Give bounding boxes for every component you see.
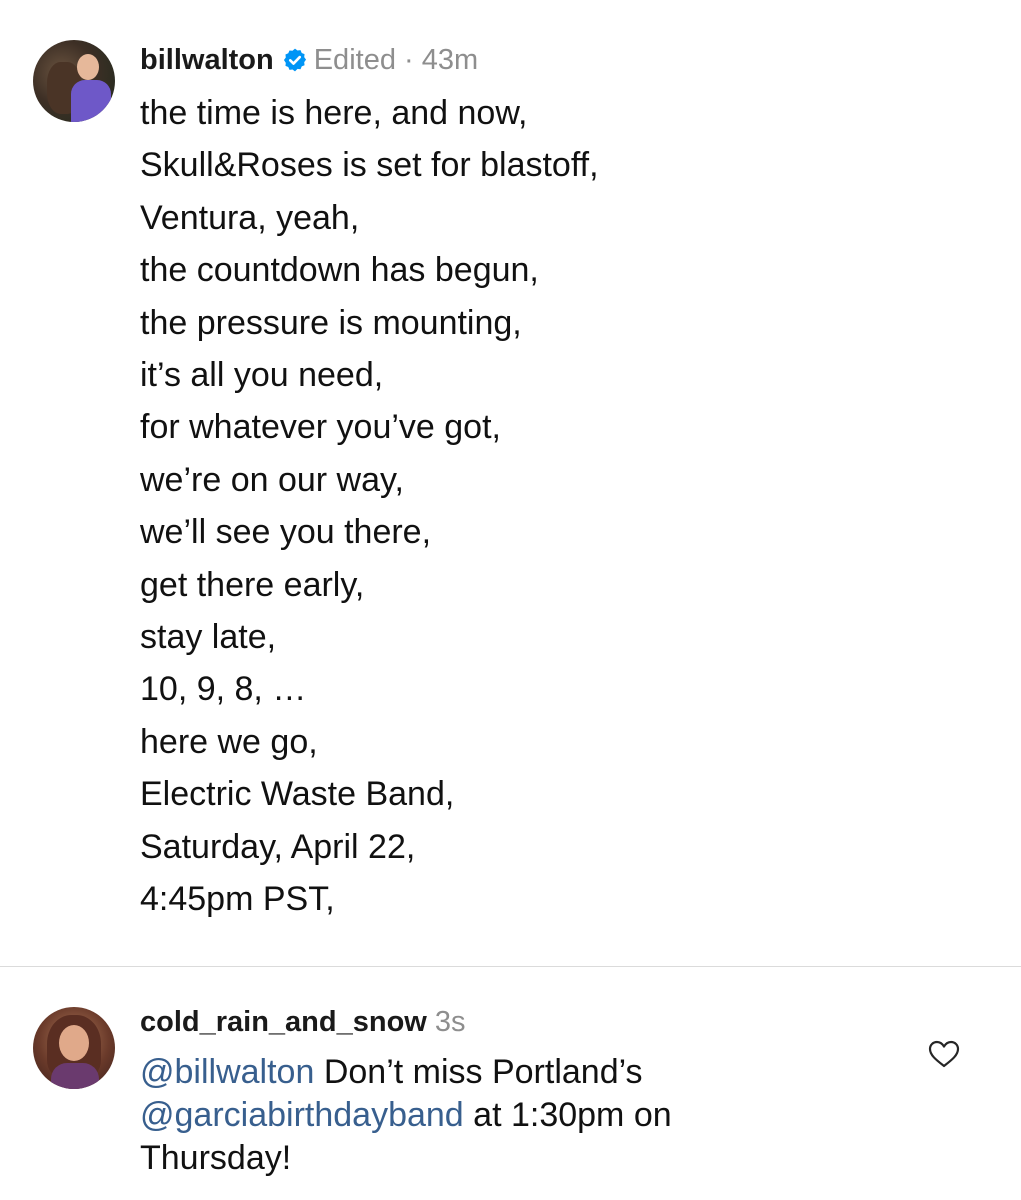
username[interactable]: billwalton — [140, 44, 274, 76]
caption-line: Saturday, April 22, — [140, 827, 416, 866]
caption-line: the pressure is mounting, — [140, 303, 522, 342]
comments-screen: billwalton Edited · 43m the time is here,… — [0, 0, 1021, 1200]
caption-line: here we go, — [140, 722, 318, 761]
commenter-avatar[interactable] — [33, 1007, 115, 1089]
caption-line: we’ll see you there, — [140, 513, 432, 552]
avatar[interactable] — [33, 40, 115, 122]
caption-line: for whatever you’ve got, — [140, 408, 501, 447]
divider — [0, 966, 1021, 967]
edited-label: Edited — [313, 44, 396, 76]
comment-text-segment: Don’t miss Portland’s — [314, 1053, 643, 1091]
caption-line: we’re on our way, — [140, 460, 404, 499]
caption-line: get there early, — [140, 565, 365, 604]
verified-badge-icon — [283, 48, 306, 72]
comment-text: @billwalton Don’t miss Portland’s @garci… — [140, 1051, 780, 1180]
heart-icon[interactable] — [928, 1040, 960, 1068]
caption-line: Electric Waste Band, — [140, 775, 455, 814]
caption-line: Skull&Roses is set for blastoff, — [140, 146, 599, 185]
caption-line: 10, 9, 8, … — [140, 670, 307, 709]
mention-link[interactable]: @garciabirthdayband — [140, 1096, 464, 1134]
caption-text: the time is here, and now, Skull&Roses i… — [140, 87, 599, 926]
caption-line: it’s all you need, — [140, 356, 384, 395]
commenter-username[interactable]: cold_rain_and_snow — [140, 1006, 427, 1038]
separator: · — [404, 44, 414, 76]
caption-line: 4:45pm PST, — [140, 880, 335, 919]
caption-line: stay late, — [140, 618, 277, 657]
caption-line: Ventura, yeah, — [140, 198, 360, 237]
caption-line: the countdown has begun, — [140, 251, 539, 290]
caption-header: billwalton Edited · 43m — [140, 43, 478, 77]
caption-line: the time is here, and now, — [140, 94, 528, 132]
comment-timestamp: 3s — [434, 1006, 466, 1038]
mention-link[interactable]: @billwalton — [140, 1053, 314, 1091]
timestamp: 43m — [421, 44, 479, 76]
comment-header: cold_rain_and_snow 3s — [140, 1005, 466, 1039]
